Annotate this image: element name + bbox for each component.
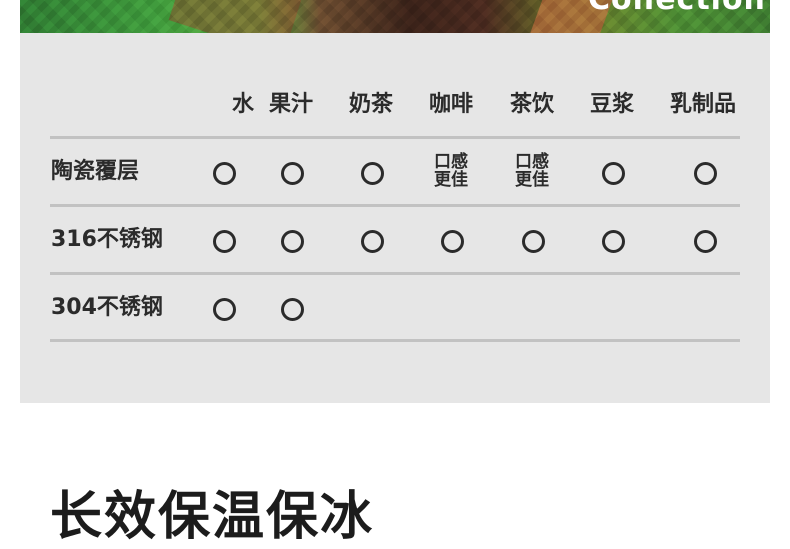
compatibility-table: 水 果汁 奶茶 咖啡 茶饮 豆浆 乳制品 陶瓷覆层 口感 更佳 口感 更佳 31… bbox=[20, 33, 770, 403]
row-label-316-stainless: 316不锈钢 bbox=[51, 227, 163, 252]
row-label-304-stainless: 304不锈钢 bbox=[51, 295, 163, 320]
table-divider bbox=[50, 136, 740, 139]
compatible-mark-icon bbox=[281, 298, 304, 321]
note-line: 更佳 bbox=[515, 170, 549, 190]
better-taste-note: 口感 更佳 bbox=[421, 153, 481, 189]
compatible-mark-icon bbox=[522, 230, 545, 253]
banner-brand-text: Collection bbox=[588, 0, 766, 17]
table-divider bbox=[50, 204, 740, 207]
compatible-mark-icon bbox=[213, 298, 236, 321]
better-taste-note: 口感 更佳 bbox=[502, 153, 562, 189]
compatible-mark-icon bbox=[213, 230, 236, 253]
compatible-mark-icon bbox=[602, 162, 625, 185]
compatible-mark-icon bbox=[441, 230, 464, 253]
note-line: 口感 bbox=[515, 152, 549, 172]
column-header-coffee: 咖啡 bbox=[428, 92, 473, 117]
compatible-mark-icon bbox=[281, 230, 304, 253]
top-banner-image: Collection bbox=[20, 0, 770, 33]
table-divider bbox=[50, 272, 740, 275]
compatible-mark-icon bbox=[694, 162, 717, 185]
column-header-dairy: 乳制品 bbox=[669, 92, 736, 117]
compatible-mark-icon bbox=[602, 230, 625, 253]
column-header-water: 水 bbox=[231, 92, 254, 117]
compatible-mark-icon bbox=[213, 162, 236, 185]
column-header-soy-milk: 豆浆 bbox=[589, 92, 634, 117]
note-line: 口感 bbox=[434, 152, 468, 172]
column-header-juice: 果汁 bbox=[268, 92, 313, 117]
compatible-mark-icon bbox=[281, 162, 304, 185]
compatible-mark-icon bbox=[361, 230, 384, 253]
compatible-mark-icon bbox=[694, 230, 717, 253]
row-label-ceramic-coating: 陶瓷覆层 bbox=[51, 159, 140, 184]
table-divider bbox=[50, 339, 740, 342]
column-header-milk-tea: 奶茶 bbox=[348, 92, 393, 117]
note-line: 更佳 bbox=[434, 170, 468, 190]
column-header-tea: 茶饮 bbox=[509, 92, 554, 117]
compatible-mark-icon bbox=[361, 162, 384, 185]
